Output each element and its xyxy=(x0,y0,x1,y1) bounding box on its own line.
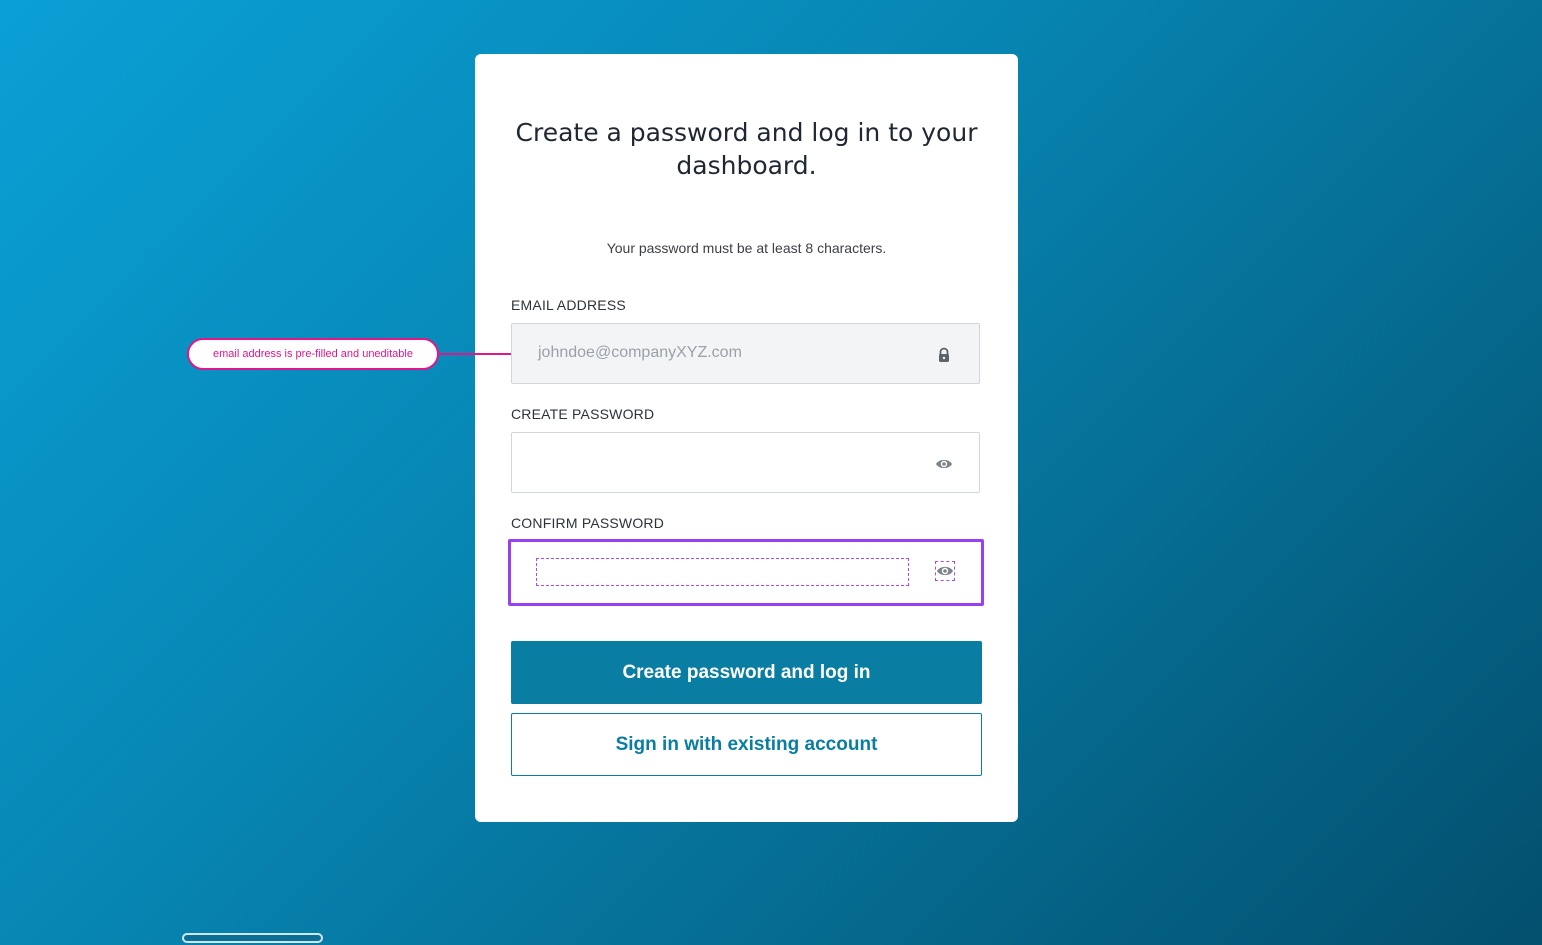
annotation-callout: email address is pre-filled and uneditab… xyxy=(187,338,439,370)
password-hint: Your password must be at least 8 charact… xyxy=(606,240,887,256)
scrollbar-handle[interactable] xyxy=(182,933,323,943)
create-password-field[interactable] xyxy=(511,432,980,493)
sign-in-existing-button[interactable]: Sign in with existing account xyxy=(511,713,982,776)
email-field: johndoe@companyXYZ.com xyxy=(511,323,980,384)
eye-icon[interactable] xyxy=(935,561,955,581)
create-password-button[interactable]: Create password and log in xyxy=(511,641,982,704)
eye-icon[interactable] xyxy=(935,455,953,473)
lock-icon xyxy=(935,346,953,364)
login-card: Create a password and log in to your das… xyxy=(475,54,1018,822)
email-label: EMAIL ADDRESS xyxy=(511,297,626,313)
confirm-password-label: CONFIRM PASSWORD xyxy=(511,515,665,531)
annotation-text: email address is pre-filled and uneditab… xyxy=(213,348,413,360)
page-title: Create a password and log in to your das… xyxy=(515,118,978,180)
confirm-password-input[interactable] xyxy=(536,558,909,586)
confirm-password-field[interactable] xyxy=(508,539,984,606)
email-value: johndoe@companyXYZ.com xyxy=(538,344,742,361)
create-password-label: CREATE PASSWORD xyxy=(511,406,655,422)
annotation-connector xyxy=(439,353,511,355)
